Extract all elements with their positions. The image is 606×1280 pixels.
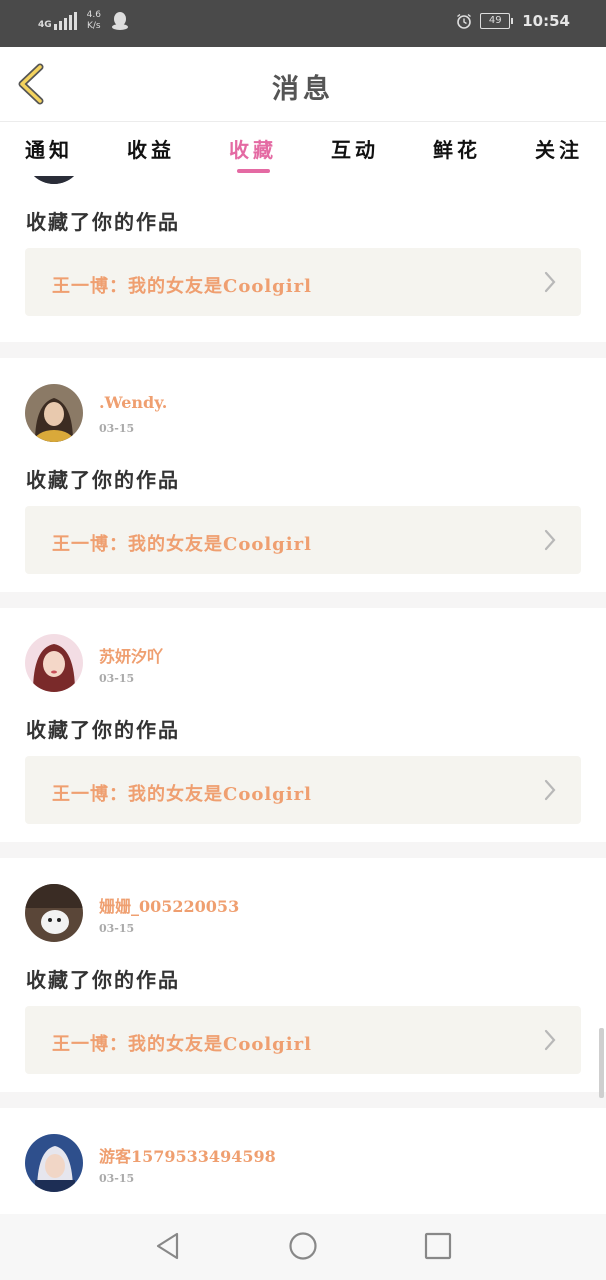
signal-indicator: 4G: [38, 12, 77, 30]
list-item: 苏妍汐吖 03-15 收藏了你的作品 王一博：我的女友是Coolgirl: [0, 608, 606, 842]
qq-icon: [111, 12, 128, 30]
page-title: 消息: [272, 74, 334, 105]
active-tab-indicator: [237, 169, 270, 173]
list-item: 03-15 收藏了你的作品 王一博：我的女友是Coolgirl: [0, 176, 606, 342]
tab-interactions[interactable]: 互动: [331, 134, 379, 163]
user-name[interactable]: 姗姗_005220053: [99, 893, 239, 917]
avatar[interactable]: [25, 634, 83, 692]
system-nav-bar: [0, 1214, 606, 1280]
chevron-right-icon: [544, 271, 556, 293]
nav-recents-icon[interactable]: [423, 1231, 453, 1261]
header: 消息: [0, 47, 606, 122]
avatar[interactable]: [25, 176, 83, 184]
user-name[interactable]: 苏妍汐吖: [99, 643, 163, 667]
chevron-right-icon: [544, 529, 556, 551]
work-link[interactable]: 王一博：我的女友是Coolgirl: [25, 506, 581, 574]
list-item: 游客1579533494598 03-15: [0, 1108, 606, 1214]
item-date: 03-15: [99, 176, 134, 177]
separator: [0, 592, 606, 608]
scrollbar[interactable]: [599, 1028, 604, 1098]
item-date: 03-15: [99, 1172, 135, 1185]
separator: [0, 1092, 606, 1108]
status-bar: 4G 4.6 K/s 49 10:54: [0, 0, 606, 47]
speed-value: 4.6: [86, 10, 101, 20]
action-text: 收藏了你的作品: [26, 718, 180, 742]
tab-flowers[interactable]: 鲜花: [433, 134, 481, 163]
item-date: 03-15: [99, 672, 135, 685]
tab-following[interactable]: 关注: [535, 134, 583, 163]
tab-favorites[interactable]: 收藏: [229, 134, 277, 163]
work-link[interactable]: 王一博：我的女友是Coolgirl: [25, 1006, 581, 1074]
separator: [0, 342, 606, 358]
chevron-right-icon: [544, 779, 556, 801]
network-speed: 4.6 K/s: [87, 10, 101, 32]
tab-earnings[interactable]: 收益: [127, 134, 175, 163]
nav-home-icon[interactable]: [288, 1231, 318, 1261]
work-title: 王一博：我的女友是Coolgirl: [52, 534, 312, 555]
tab-notifications[interactable]: 通知: [25, 134, 73, 163]
status-left: 4G 4.6 K/s: [38, 10, 129, 32]
work-title: 王一博：我的女友是Coolgirl: [52, 784, 312, 805]
work-title: 王一博：我的女友是Coolgirl: [52, 1034, 312, 1055]
separator: [0, 842, 606, 858]
network-type: 4G: [38, 20, 52, 30]
list-item: 姗姗_005220053 03-15 收藏了你的作品 王一博：我的女友是Cool…: [0, 858, 606, 1092]
status-time: 10:54: [522, 12, 570, 30]
battery-icon: 49: [480, 13, 514, 29]
alarm-icon: [457, 13, 472, 29]
speed-unit: K/s: [87, 21, 101, 31]
signal-bars-icon: [53, 12, 77, 30]
avatar[interactable]: [25, 884, 83, 942]
action-text: 收藏了你的作品: [26, 968, 180, 992]
work-title: 王一博：我的女友是Coolgirl: [52, 276, 312, 297]
item-date: 03-15: [99, 922, 135, 935]
item-date: 03-15: [99, 422, 135, 435]
user-name[interactable]: 游客1579533494598: [99, 1143, 276, 1167]
message-list[interactable]: 03-15 收藏了你的作品 王一博：我的女友是Coolgirl .Wendy. …: [0, 176, 606, 1214]
work-link[interactable]: 王一博：我的女友是Coolgirl: [25, 248, 581, 316]
action-text: 收藏了你的作品: [26, 468, 180, 492]
avatar[interactable]: [25, 384, 83, 442]
list-item: .Wendy. 03-15 收藏了你的作品 王一博：我的女友是Coolgirl: [0, 358, 606, 592]
user-name[interactable]: .Wendy.: [99, 393, 167, 412]
action-text: 收藏了你的作品: [26, 210, 180, 234]
nav-back-icon[interactable]: [153, 1231, 183, 1261]
chevron-right-icon: [544, 1029, 556, 1051]
status-right: 49 10:54: [456, 12, 570, 30]
tab-bar: 通知 收益 收藏 互动 鲜花 关注: [0, 122, 606, 176]
work-link[interactable]: 王一博：我的女友是Coolgirl: [25, 756, 581, 824]
avatar[interactable]: [25, 1134, 83, 1192]
